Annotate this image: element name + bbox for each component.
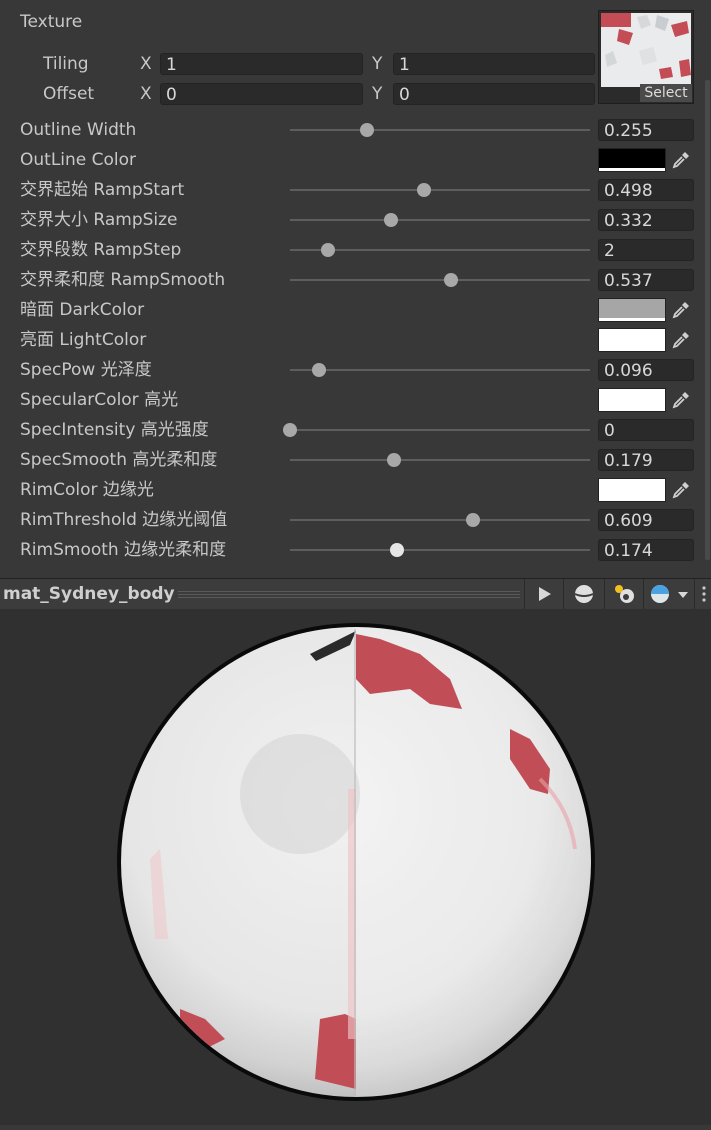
offset-label: Offset	[43, 84, 95, 104]
eyedropper-icon	[672, 482, 689, 499]
tiling-y-field[interactable]: 1	[393, 53, 595, 75]
slider-handle[interactable]	[320, 243, 335, 257]
sphere-shape-icon	[574, 585, 594, 603]
material-preview-area[interactable]	[0, 609, 711, 1125]
property-label: SpecularColor 高光	[20, 390, 179, 410]
preview-toolbar: mat_Sydney_body	[0, 578, 711, 610]
inspector-scrollbar[interactable]	[705, 80, 710, 560]
value-field[interactable]: 0.537	[598, 269, 694, 291]
value-field[interactable]: 0.498	[598, 179, 694, 201]
color-swatch[interactable]	[598, 298, 666, 322]
play-icon	[539, 587, 551, 601]
alpha-bar	[599, 318, 665, 321]
background-sphere-icon	[651, 585, 688, 603]
texture-thumbnail[interactable]: Select	[598, 10, 694, 104]
slider-handle[interactable]	[444, 273, 459, 287]
slider-handle[interactable]	[390, 543, 405, 557]
value-field[interactable]: 0.255	[598, 119, 694, 141]
offset-y-axis-label: Y	[372, 84, 383, 104]
slider-handle[interactable]	[386, 453, 401, 467]
property-label: 交界大小 RampSize	[20, 210, 178, 230]
slider-track[interactable]	[290, 129, 590, 131]
play-button[interactable]	[524, 579, 563, 609]
value-field[interactable]: 0.179	[598, 449, 694, 471]
property-label: 暗面 DarkColor	[20, 300, 145, 320]
slider-handle[interactable]	[416, 183, 431, 197]
dropdown-arrow-icon	[678, 592, 688, 598]
property-label: 交界起始 RampStart	[20, 180, 185, 200]
eyedropper-icon	[672, 392, 689, 409]
select-texture-button[interactable]: Select	[640, 84, 692, 102]
property-label: RimColor 边缘光	[20, 480, 154, 500]
eyedropper-button[interactable]	[668, 148, 694, 172]
property-label: SpecIntensity 高光强度	[20, 420, 209, 440]
material-name-title[interactable]: mat_Sydney_body	[3, 579, 175, 609]
slider-handle[interactable]	[465, 513, 480, 527]
eyedropper-button[interactable]	[668, 328, 694, 352]
value-field[interactable]: 0.332	[598, 209, 694, 231]
preview-menu-button[interactable]	[694, 579, 711, 609]
drag-handle-lines[interactable]	[178, 589, 520, 599]
slider-track[interactable]	[290, 279, 590, 281]
property-label: SpecPow 光泽度	[20, 360, 152, 380]
alpha-bar	[599, 348, 665, 351]
alpha-bar	[599, 168, 665, 171]
tiling-x-axis-label: X	[140, 54, 152, 74]
slider-handle[interactable]	[359, 123, 374, 137]
property-label: RimSmooth 边缘光柔和度	[20, 540, 227, 560]
slider-track[interactable]	[290, 249, 590, 251]
eyedropper-icon	[672, 302, 689, 319]
slider-track[interactable]	[290, 219, 590, 221]
eyedropper-button[interactable]	[668, 388, 694, 412]
color-swatch[interactable]	[598, 328, 666, 352]
preview-light-button[interactable]	[604, 579, 643, 609]
tiling-x-field[interactable]: 1	[160, 53, 363, 75]
slider-handle[interactable]	[283, 423, 297, 437]
tiling-y-axis-label: Y	[372, 54, 383, 74]
property-label: OutLine Color	[20, 150, 137, 170]
preview-shape-button[interactable]	[563, 579, 604, 609]
value-field[interactable]: 0.174	[598, 539, 694, 561]
preview-background-dropdown[interactable]	[643, 579, 694, 609]
property-label: RimThreshold 边缘光阈值	[20, 510, 228, 530]
property-label: 交界柔和度 RampSmooth	[20, 270, 226, 290]
tiling-label: Tiling	[43, 54, 89, 74]
eyedropper-icon	[672, 152, 689, 169]
property-label: SpecSmooth 高光柔和度	[20, 450, 218, 470]
slider-track[interactable]	[290, 519, 590, 521]
alpha-bar	[599, 408, 665, 411]
offset-y-field[interactable]: 0	[393, 83, 595, 105]
slider-track[interactable]	[290, 459, 590, 461]
slider-handle[interactable]	[383, 213, 398, 227]
slider-track[interactable]	[290, 429, 590, 431]
kebab-menu-icon	[702, 586, 706, 602]
value-field[interactable]: 0.609	[598, 509, 694, 531]
eyedropper-icon	[672, 332, 689, 349]
alpha-bar	[599, 498, 665, 501]
value-field[interactable]: 0.096	[598, 359, 694, 381]
property-label: 亮面 LightColor	[20, 330, 147, 350]
eyedropper-button[interactable]	[668, 298, 694, 322]
value-field[interactable]: 2	[598, 239, 694, 261]
property-label: 交界段数 RampStep	[20, 240, 182, 260]
eyedropper-button[interactable]	[668, 478, 694, 502]
slider-track[interactable]	[290, 369, 590, 371]
color-swatch[interactable]	[598, 388, 666, 412]
texture-heading: Texture	[20, 12, 83, 32]
color-swatch[interactable]	[598, 148, 666, 172]
offset-x-axis-label: X	[140, 84, 152, 104]
slider-handle[interactable]	[311, 363, 326, 377]
value-field[interactable]: 0	[598, 419, 694, 441]
slider-track[interactable]	[290, 189, 590, 191]
preview-sphere	[117, 623, 595, 1101]
color-swatch[interactable]	[598, 478, 666, 502]
offset-x-field[interactable]: 0	[160, 83, 363, 105]
property-label: Outline Width	[20, 120, 137, 140]
light-icon	[615, 585, 634, 603]
slider-track[interactable]	[290, 549, 590, 551]
